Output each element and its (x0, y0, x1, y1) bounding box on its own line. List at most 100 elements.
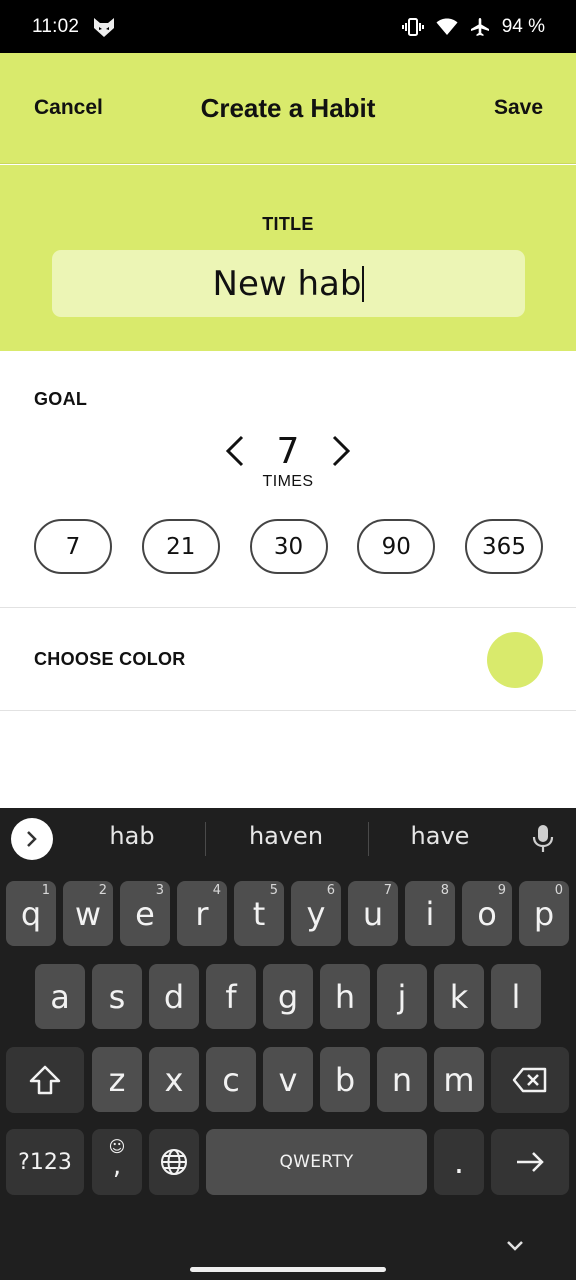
key-t[interactable]: t5 (234, 881, 284, 946)
key-label: p (533, 894, 555, 933)
key-b[interactable]: b (320, 1047, 370, 1112)
key-j[interactable]: j (377, 964, 427, 1029)
key-number-hint: 9 (497, 883, 506, 898)
save-button[interactable]: Save (494, 96, 543, 120)
goal-section: GOAL 7 TIMES 7 21 30 90 365 (0, 351, 576, 608)
key-label: i (425, 894, 435, 933)
suggestion-2[interactable]: haven (216, 822, 356, 850)
backspace-key[interactable] (491, 1047, 569, 1113)
chevron-left-icon (225, 435, 244, 467)
key-e[interactable]: e3 (120, 881, 170, 946)
key-s[interactable]: s (92, 964, 142, 1029)
space-key[interactable]: QWERTY (206, 1129, 427, 1195)
preset-30-button[interactable]: 30 (249, 519, 328, 574)
goal-presets: 7 21 30 90 365 (34, 519, 543, 574)
goal-unit-label: TIMES (262, 473, 314, 490)
key-number-hint: 3 (155, 883, 164, 898)
key-w[interactable]: w2 (63, 881, 113, 946)
enter-key[interactable] (491, 1129, 569, 1195)
goal-value: 7 (276, 430, 300, 472)
key-number-hint: 1 (41, 883, 50, 898)
preset-7-button[interactable]: 7 (34, 519, 112, 574)
title-input[interactable]: New hab (52, 250, 525, 317)
key-y[interactable]: y6 (291, 881, 341, 946)
key-d[interactable]: d (149, 964, 199, 1029)
choose-color-label: CHOOSE COLOR (34, 649, 186, 669)
key-p[interactable]: p0 (519, 881, 569, 946)
key-number-hint: 2 (98, 883, 107, 898)
globe-icon (161, 1149, 187, 1175)
key-z[interactable]: z (92, 1047, 142, 1112)
period-key[interactable]: . (434, 1129, 484, 1195)
key-label: u (362, 894, 384, 933)
key-h[interactable]: h (320, 964, 370, 1029)
symbols-key[interactable]: ?123 (6, 1129, 84, 1195)
key-label: o (477, 894, 497, 933)
vibrate-icon (401, 17, 424, 37)
key-n[interactable]: n (377, 1047, 427, 1112)
arrow-right-icon (517, 1152, 544, 1172)
fox-app-icon (93, 16, 115, 38)
app-header: Cancel Create a Habit Save (0, 53, 576, 164)
language-key[interactable] (149, 1129, 199, 1195)
key-f[interactable]: f (206, 964, 256, 1029)
preset-365-button[interactable]: 365 (465, 519, 543, 574)
shift-icon (29, 1065, 61, 1095)
key-label: r (195, 894, 209, 933)
key-label: q (20, 894, 42, 933)
color-section[interactable]: CHOOSE COLOR (0, 609, 576, 711)
key-number-hint: 6 (326, 883, 335, 898)
key-o[interactable]: o9 (462, 881, 512, 946)
key-v[interactable]: v (263, 1047, 313, 1112)
key-a[interactable]: a (35, 964, 85, 1029)
status-bar: 11:02 94 % (0, 0, 576, 53)
suggestion-divider (205, 822, 206, 856)
key-i[interactable]: i8 (405, 881, 455, 946)
key-q[interactable]: q1 (6, 881, 56, 946)
key-x[interactable]: x (149, 1047, 199, 1112)
title-input-value: New hab (212, 263, 362, 304)
title-section: TITLE New hab (0, 165, 576, 351)
key-u[interactable]: u7 (348, 881, 398, 946)
comma-label: , (112, 1151, 122, 1181)
chevron-right-icon (27, 831, 37, 847)
color-swatch[interactable] (487, 631, 543, 688)
text-caret (362, 265, 365, 302)
preset-90-button[interactable]: 90 (357, 519, 436, 574)
status-icons: 94 % (401, 16, 545, 38)
decrement-button[interactable] (220, 429, 250, 473)
key-number-hint: 0 (554, 883, 563, 898)
backspace-icon (512, 1067, 547, 1093)
key-label: y (306, 894, 326, 933)
gesture-nav-handle[interactable] (190, 1267, 386, 1272)
emoji-comma-key[interactable]: ☺ , (92, 1129, 142, 1195)
key-c[interactable]: c (206, 1047, 256, 1112)
microphone-icon[interactable] (532, 824, 554, 859)
shift-key[interactable] (6, 1047, 84, 1113)
key-number-hint: 8 (440, 883, 449, 898)
key-number-hint: 7 (383, 883, 392, 898)
key-k[interactable]: k (434, 964, 484, 1029)
key-l[interactable]: l (491, 964, 541, 1029)
suggestions-expand-button[interactable] (11, 818, 53, 860)
preset-21-button[interactable]: 21 (141, 519, 220, 574)
title-label: TITLE (262, 214, 314, 234)
hide-keyboard-button[interactable] (503, 1236, 527, 1261)
chevron-right-icon (332, 435, 351, 467)
suggestion-3[interactable]: have (370, 822, 510, 850)
key-label: w (74, 894, 102, 933)
status-time: 11:02 (32, 15, 80, 37)
key-m[interactable]: m (434, 1047, 484, 1112)
suggestion-divider (368, 822, 369, 856)
key-label: t (252, 894, 266, 933)
airplane-icon (470, 17, 490, 37)
key-g[interactable]: g (263, 964, 313, 1029)
key-number-hint: 4 (212, 883, 221, 898)
key-number-hint: 5 (269, 883, 278, 898)
increment-button[interactable] (326, 429, 356, 473)
chevron-down-icon (507, 1241, 523, 1251)
cancel-button[interactable]: Cancel (34, 96, 103, 120)
suggestion-1[interactable]: hab (62, 822, 202, 850)
key-r[interactable]: r4 (177, 881, 227, 946)
key-label: e (135, 894, 155, 933)
